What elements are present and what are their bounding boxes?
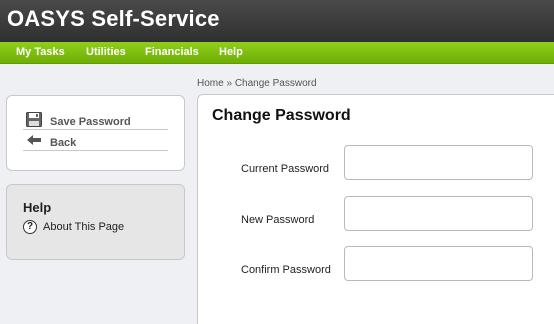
save-password-button[interactable]: Save Password	[23, 110, 168, 130]
current-password-field[interactable]	[344, 145, 533, 180]
confirm-password-field[interactable]	[344, 246, 533, 281]
change-password-panel: Change Password Current Password New Pas…	[197, 94, 554, 324]
breadcrumb-current: Change Password	[234, 78, 317, 89]
save-password-label: Save Password	[50, 116, 131, 128]
app-header: OASYS Self-Service	[0, 0, 554, 42]
breadcrumb-separator: »	[226, 78, 233, 89]
back-arrow-icon	[26, 133, 42, 152]
actions-panel: Save Password Back	[6, 95, 185, 171]
app-title: OASYS Self-Service	[7, 6, 220, 31]
about-this-page-label: About This Page	[43, 221, 125, 233]
breadcrumb: Home » Change Password	[197, 78, 317, 89]
back-label: Back	[50, 137, 77, 149]
nav-utilities[interactable]: Utilities	[86, 46, 126, 58]
page-title: Change Password	[212, 107, 351, 124]
about-this-page-link[interactable]: ? About This Page	[23, 220, 173, 236]
main-nav: My Tasks Utilities Financials Help	[0, 42, 554, 64]
help-title: Help	[23, 200, 52, 215]
new-password-label: New Password	[241, 214, 315, 226]
nav-my-tasks[interactable]: My Tasks	[16, 46, 65, 58]
breadcrumb-home[interactable]: Home	[197, 78, 224, 89]
save-icon	[26, 112, 42, 132]
help-panel: Help ? About This Page	[6, 184, 185, 260]
nav-financials[interactable]: Financials	[145, 46, 199, 58]
back-button[interactable]: Back	[23, 131, 168, 151]
confirm-password-label: Confirm Password	[241, 264, 331, 276]
nav-help[interactable]: Help	[219, 46, 243, 58]
new-password-field[interactable]	[344, 196, 533, 231]
current-password-label: Current Password	[241, 163, 330, 175]
question-icon: ?	[23, 220, 37, 234]
